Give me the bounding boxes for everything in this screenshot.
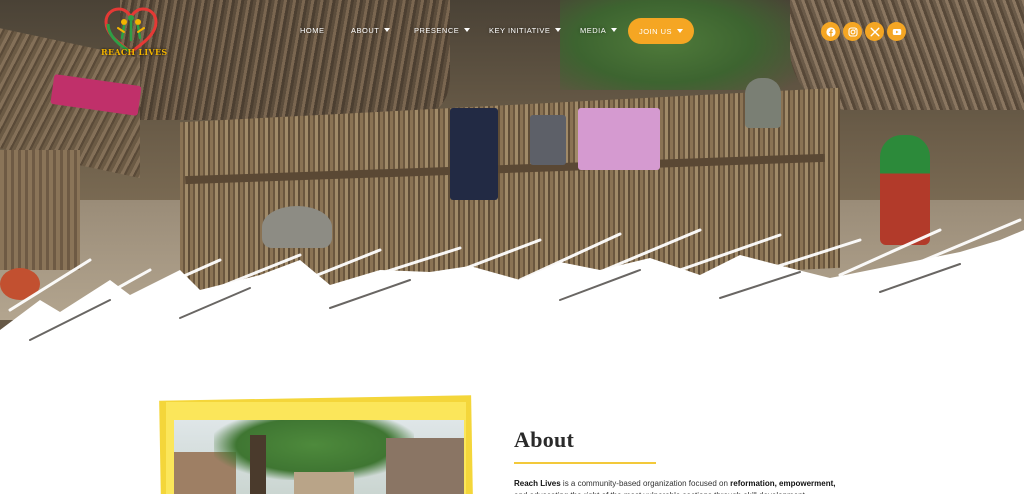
about-heading: About (514, 427, 575, 452)
youtube-link[interactable] (887, 22, 906, 41)
nav-presence[interactable]: PRESENCE (414, 26, 471, 35)
chevron-down-icon (611, 28, 618, 32)
nav-key-initiative-label: KEY INITIATIVE (489, 26, 551, 35)
nav-about-label: ABOUT (351, 26, 380, 35)
about-heading-underline (514, 462, 656, 464)
chevron-down-icon (555, 28, 562, 32)
chevron-down-icon (677, 29, 684, 33)
hero-cloth-pink (578, 108, 660, 170)
nav-key-initiative[interactable]: KEY INITIATIVE (489, 26, 562, 35)
nav-home-label: HOME (300, 26, 325, 35)
join-us-label: JOIN US (638, 26, 673, 36)
nav-home[interactable]: HOME (300, 26, 325, 35)
x-twitter-link[interactable] (865, 22, 884, 41)
about-photo-village (174, 420, 464, 494)
about-bold-empowerment: empowerment, (779, 479, 836, 488)
photo-house-center (294, 472, 354, 494)
nav-media[interactable]: MEDIA (580, 26, 618, 35)
about-paragraph: Reach Lives is a community-based organiz… (514, 478, 880, 490)
about-paragraph-line-2: and advocating the right of the most vul… (514, 490, 880, 494)
facebook-icon (825, 26, 836, 37)
join-us-button[interactable]: JOIN US (628, 18, 694, 44)
chevron-down-icon (464, 28, 471, 32)
nav-presence-label: PRESENCE (414, 26, 460, 35)
chevron-down-icon (384, 28, 391, 32)
hero-person-background (745, 78, 781, 128)
instagram-icon (847, 26, 858, 37)
about-org-name: Reach Lives (514, 479, 561, 488)
about-text-mid: is a community-based organization focuse… (560, 479, 731, 488)
hero-cloth-grey (530, 115, 566, 165)
nav-about[interactable]: ABOUT (351, 26, 391, 35)
top-navigation: REACH LIVES HOME ABOUT PRESENCE KEY INIT… (0, 0, 1024, 64)
photo-tree-trunk (250, 435, 266, 494)
youtube-icon (892, 28, 901, 35)
about-bold-reformation: reformation, (730, 479, 777, 488)
photo-house-right (386, 438, 464, 494)
logo-wordmark: REACH LIVES (101, 47, 168, 57)
x-twitter-icon (870, 27, 879, 36)
hero-cloth-navy (450, 108, 498, 200)
instagram-link[interactable] (843, 22, 862, 41)
nav-media-label: MEDIA (580, 26, 607, 35)
hero-brush-edge (0, 218, 1024, 365)
facebook-link[interactable] (821, 22, 840, 41)
photo-tree-canopy (214, 420, 414, 480)
